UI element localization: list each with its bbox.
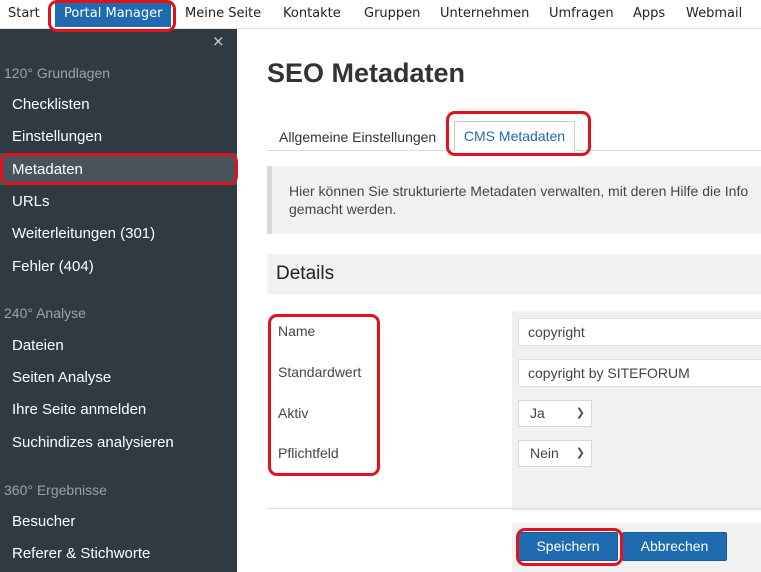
sidebar-item-referer[interactable]: Referer & Stichworte <box>12 545 150 562</box>
info-line-2: gemacht werden. <box>289 201 397 217</box>
form-fields: copyright copyright by SITEFORUM Ja ❯ Ne… <box>512 311 761 511</box>
sidebar-item-urls[interactable]: URLs <box>12 193 50 210</box>
highlight-cms-metadaten-tab <box>446 111 591 156</box>
chevron-down-icon: ❯ <box>575 447 585 459</box>
highlight-form-labels <box>268 314 380 476</box>
sidebar-section-ergebnisse: 360° Ergebnisse <box>4 482 107 498</box>
sidebar-section-grundlagen: 120° Grundlagen <box>4 65 111 81</box>
highlight-save-button <box>516 528 623 566</box>
nav-meine-seite[interactable]: Meine Seite <box>185 0 261 29</box>
name-field[interactable]: copyright <box>518 318 761 346</box>
details-title: Details <box>276 263 335 284</box>
details-header: Details <box>267 254 761 294</box>
info-box: Hier können Sie strukturierte Metadaten … <box>267 166 761 234</box>
sidebar-item-besucher[interactable]: Besucher <box>12 513 75 530</box>
sidebar-item-seiten-analyse[interactable]: Seiten Analyse <box>12 369 111 386</box>
pflichtfeld-select[interactable]: Nein ❯ <box>518 440 592 467</box>
aktiv-select-value: Ja <box>530 405 545 421</box>
divider <box>267 508 761 509</box>
standardwert-field[interactable]: copyright by SITEFORUM <box>518 359 761 387</box>
sidebar-item-dateien[interactable]: Dateien <box>12 337 64 354</box>
highlight-metadaten <box>0 153 238 185</box>
info-line-1: Hier können Sie strukturierte Metadaten … <box>289 183 749 199</box>
sidebar-item-weiterleitungen[interactable]: Weiterleitungen (301) <box>12 225 155 242</box>
cancel-button[interactable]: Abbrechen <box>622 532 727 561</box>
nav-apps[interactable]: Apps <box>633 0 665 29</box>
nav-webmail[interactable]: Webmail <box>686 0 742 29</box>
tab-allgemeine-einstellungen[interactable]: Allgemeine Einstellungen <box>279 129 436 145</box>
info-text: Hier können Sie strukturierte Metadaten … <box>289 182 761 218</box>
sidebar-section-analyse: 240° Analyse <box>4 305 86 321</box>
sidebar-item-suchindizes[interactable]: Suchindizes analysieren <box>12 434 174 451</box>
sidebar-item-einstellungen[interactable]: Einstellungen <box>12 128 102 145</box>
pflichtfeld-select-value: Nein <box>530 445 559 461</box>
aktiv-select[interactable]: Ja ❯ <box>518 400 592 427</box>
close-icon[interactable]: × <box>212 32 225 50</box>
nav-unternehmen[interactable]: Unternehmen <box>440 0 529 29</box>
sidebar-item-seite-anmelden[interactable]: Ihre Seite anmelden <box>12 401 146 418</box>
chevron-down-icon: ❯ <box>575 407 585 419</box>
nav-gruppen[interactable]: Gruppen <box>364 0 420 29</box>
page-title: SEO Metadaten <box>267 58 466 88</box>
sidebar: × 120° Grundlagen Checklisten Einstellun… <box>0 29 237 572</box>
nav-umfragen[interactable]: Umfragen <box>549 0 614 29</box>
sidebar-item-checklisten[interactable]: Checklisten <box>12 96 90 113</box>
highlight-portal-manager <box>48 0 176 32</box>
sidebar-item-fehler[interactable]: Fehler (404) <box>12 258 94 275</box>
nav-start[interactable]: Start <box>8 0 40 29</box>
nav-kontakte[interactable]: Kontakte <box>283 0 341 29</box>
